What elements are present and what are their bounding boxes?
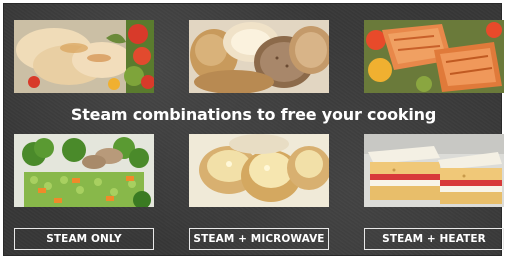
chicken-vegetables-photo bbox=[14, 20, 154, 93]
steam-heater-button[interactable]: STEAM + HEATER bbox=[364, 228, 504, 250]
sponge-cake-photo bbox=[364, 134, 504, 207]
baked-potatoes-photo bbox=[189, 134, 329, 207]
steamed-vegetables-photo bbox=[14, 134, 154, 207]
bread-loaves-photo bbox=[189, 20, 329, 93]
headline: Steam combinations to free your cooking bbox=[70, 105, 437, 124]
steam-only-button[interactable]: STEAM ONLY bbox=[14, 228, 154, 250]
salmon-fillet-photo bbox=[364, 20, 504, 93]
steam-microwave-button[interactable]: STEAM + MICROWAVE bbox=[189, 228, 329, 250]
steam-combinations-panel: Steam combinations to free your cooking bbox=[3, 3, 504, 256]
